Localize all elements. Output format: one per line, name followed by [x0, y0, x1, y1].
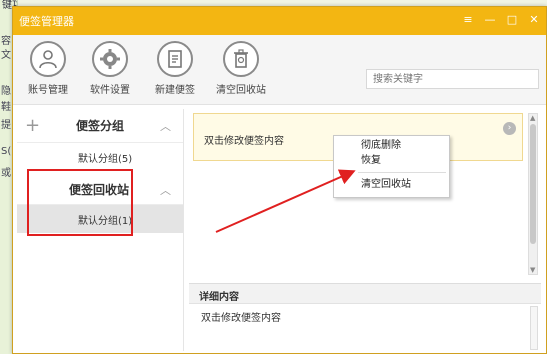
sidebar-item-default-group[interactable]: 默认分组(5): [17, 143, 183, 171]
new-note-icon: [157, 41, 193, 77]
menu-item-empty-recycle-bin[interactable]: 清空回收站: [334, 177, 449, 192]
menu-icon[interactable]: ≡: [462, 13, 474, 27]
settings-button-label: 软件设置: [90, 85, 130, 96]
detail-panel: 详细内容 双击修改便签内容: [189, 283, 541, 351]
empty-recycle-button[interactable]: 清空回收站: [216, 41, 266, 96]
background-fragment: S(: [1, 146, 12, 157]
detail-body[interactable]: 双击修改便签内容: [189, 304, 541, 329]
menu-separator: [358, 172, 446, 173]
account-button[interactable]: 账号管理: [23, 41, 73, 96]
minimize-icon[interactable]: —: [484, 13, 496, 27]
chevron-up-icon[interactable]: ︿: [160, 182, 171, 198]
scrollbar-thumb[interactable]: [530, 124, 536, 244]
maximize-icon[interactable]: □: [506, 13, 518, 27]
recycle-bin-icon: [223, 41, 259, 77]
scroll-down-icon[interactable]: ▼: [530, 266, 535, 274]
chevron-up-icon[interactable]: ︿: [160, 118, 171, 134]
scroll-up-icon[interactable]: ▲: [530, 114, 535, 122]
gear-icon: [92, 41, 128, 77]
close-icon[interactable]: ✕: [528, 13, 540, 27]
settings-button[interactable]: 软件设置: [85, 41, 135, 96]
toolbar: 账号管理 软件设置 新建便签 清空回收站: [13, 35, 546, 105]
title-bar[interactable]: 便签管理器 ≡ — □ ✕: [13, 7, 546, 35]
highlight-box: [27, 169, 133, 236]
background-fragment: 文: [1, 50, 11, 61]
chevron-right-icon[interactable]: ›: [503, 122, 516, 135]
search-input[interactable]: [366, 69, 539, 89]
menu-item-delete-permanently[interactable]: 彻底删除: [334, 138, 449, 153]
window-controls: ≡ — □ ✕: [462, 13, 540, 27]
detail-scrollbar[interactable]: [530, 306, 538, 350]
menu-item-restore[interactable]: 恢复: [334, 153, 449, 168]
new-note-button-label: 新建便签: [155, 85, 195, 96]
context-menu: 彻底删除 恢复 清空回收站: [333, 135, 450, 198]
note-list-scrollbar[interactable]: ▲ ▼: [528, 113, 538, 275]
groups-header[interactable]: + 便签分组 ︿: [17, 109, 183, 143]
account-button-label: 账号管理: [28, 85, 68, 96]
background-fragment: 鞋: [1, 102, 11, 113]
account-icon: [30, 41, 66, 77]
background-fragment: 提: [1, 120, 11, 131]
background-fragment: 或: [1, 168, 11, 179]
background-fragment: 隐: [1, 86, 11, 97]
note-card-text: 双击修改便签内容: [204, 136, 284, 147]
background-fragment: 容: [1, 36, 11, 47]
add-group-icon[interactable]: +: [25, 116, 40, 135]
empty-recycle-button-label: 清空回收站: [216, 85, 266, 96]
window-title: 便签管理器: [19, 15, 74, 28]
groups-header-label: 便签分组: [76, 119, 125, 133]
detail-title: 详细内容: [189, 284, 541, 304]
new-note-button[interactable]: 新建便签: [150, 41, 200, 96]
